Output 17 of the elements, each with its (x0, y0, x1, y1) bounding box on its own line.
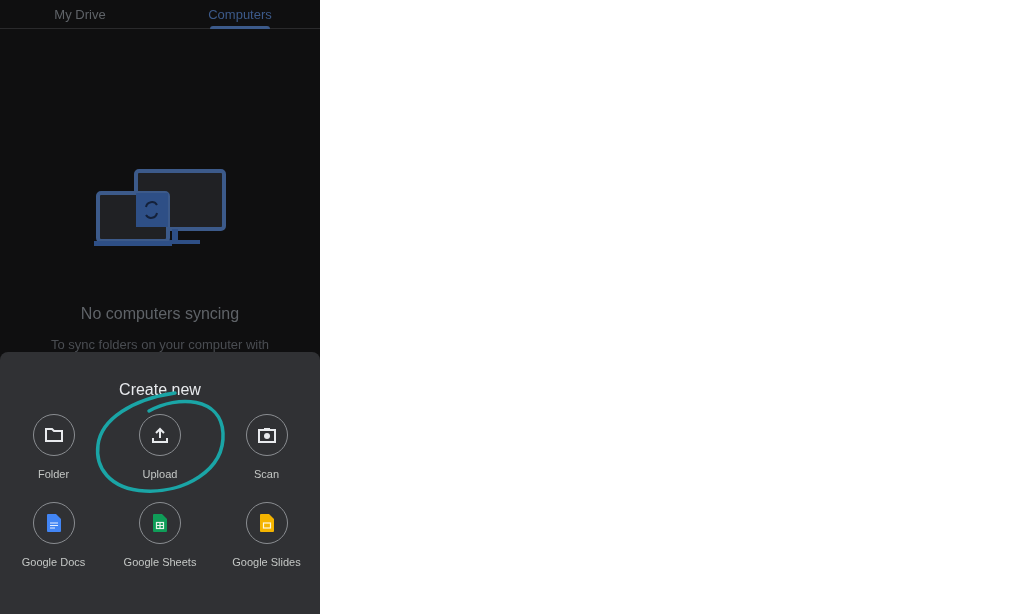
option-label: Upload (142, 468, 178, 480)
option-label: Scan (253, 468, 280, 480)
document-icon (46, 514, 61, 532)
tab[interactable]: My Drive (0, 0, 160, 28)
folder-icon (44, 428, 63, 442)
tab[interactable]: Computers (160, 0, 320, 28)
option-label: Google Sheets (123, 556, 197, 568)
slides-icon (259, 514, 274, 532)
spreadsheet-icon (153, 514, 167, 532)
camera-icon (257, 427, 276, 443)
option-label: Folder (37, 468, 70, 480)
sheet-title: Create new (119, 381, 201, 399)
empty-state-title: No computers syncing (80, 305, 240, 323)
upload-icon (152, 427, 168, 443)
option-label: Google Docs (21, 556, 86, 568)
empty-state-text: To sync folders on your computer with (50, 337, 270, 352)
option-label: Google Slides (232, 556, 301, 568)
